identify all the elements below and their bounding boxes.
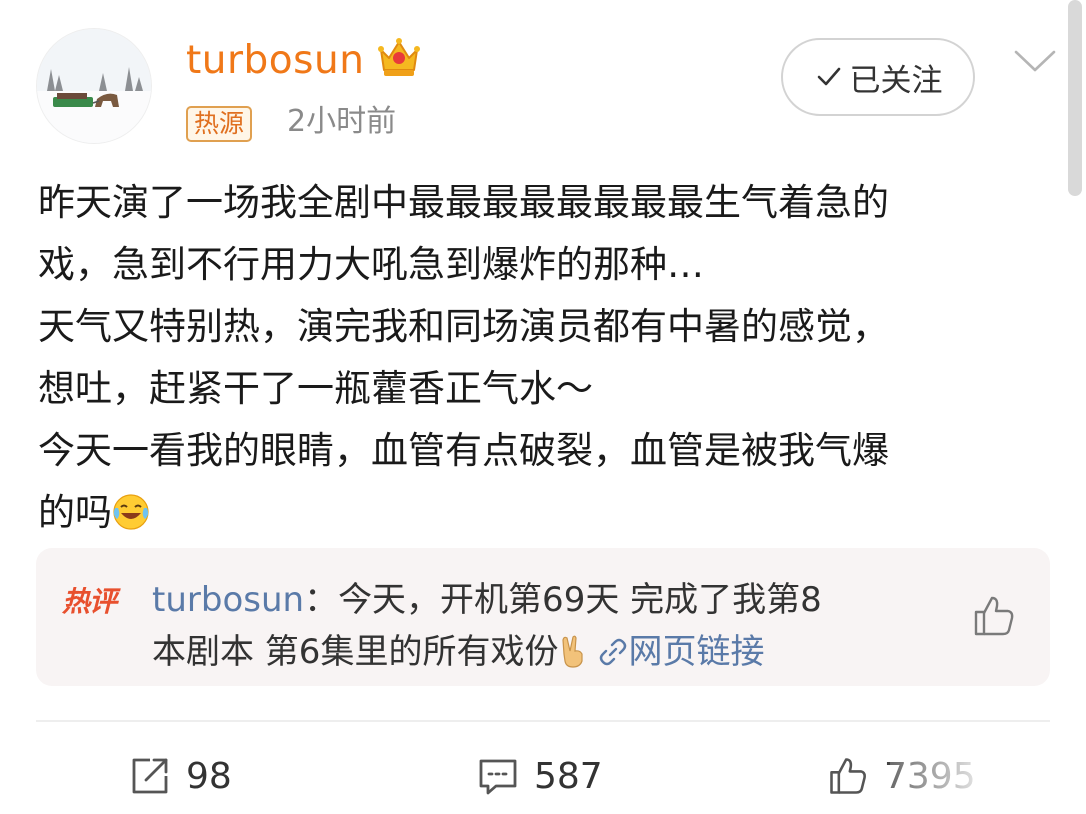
web-link[interactable]: 网页链接 xyxy=(628,632,764,672)
victory-hand-icon xyxy=(562,635,584,668)
content-line: 天气又特别热，演完我和同场演员都有中暑的感觉， xyxy=(38,305,889,348)
hot-comment[interactable]: 热评 turbosun：今天，开机第69天 完成了我第8 本剧本 第6集里的所有… xyxy=(36,548,1050,686)
post-time: 2小时前 xyxy=(287,104,397,139)
thumbs-up-icon xyxy=(830,758,866,794)
divider xyxy=(36,720,1050,722)
hot-comment-label: 热评 xyxy=(62,585,117,618)
repost-icon xyxy=(132,758,168,794)
weibo-post: turbosun 热源 2小时前 已关注 昨天演了一场我全剧中最最最最最最最最生… xyxy=(0,0,1086,814)
content-line: 的吗 xyxy=(38,491,112,534)
hot-comment-line2: 本剧本 第6集里的所有戏份 xyxy=(152,632,559,672)
content-line: 戏，急到不行用力大吼急到爆炸的那种… xyxy=(38,243,704,286)
content-line: 昨天演了一场我全剧中最最最最最最最最生气着急的 xyxy=(38,181,889,224)
follow-button[interactable]: 已关注 xyxy=(781,38,975,116)
hot-comment-author[interactable]: turbosun xyxy=(152,580,304,620)
content-line: 想吐，赶紧干了一瓶藿香正气水～ xyxy=(38,367,593,410)
watermark-overlay xyxy=(890,752,990,802)
repost-button[interactable]: 98 xyxy=(128,748,232,804)
hot-comment-text: turbosun：今天，开机第69天 完成了我第8 本剧本 第6集里的所有戏份 … xyxy=(152,574,942,678)
post-content: 昨天演了一场我全剧中最最最最最最最最生气着急的 戏，急到不行用力大吼急到爆炸的那… xyxy=(38,172,1048,544)
hot-comment-line1: 今天，开机第69天 完成了我第8 xyxy=(338,580,822,620)
username[interactable]: turbosun xyxy=(186,38,364,84)
link-icon xyxy=(600,638,627,666)
laugh-cry-emoji-icon xyxy=(113,494,149,530)
comment-count: 587 xyxy=(534,755,603,797)
comment-icon xyxy=(479,759,517,795)
thumbs-up-icon[interactable] xyxy=(970,592,1018,640)
source-tag: 热源 xyxy=(186,106,253,142)
hot-comment-separator: ： xyxy=(304,580,339,620)
check-icon xyxy=(817,67,840,86)
chevron-down-icon[interactable] xyxy=(1012,46,1058,76)
content-line-last: 的吗 xyxy=(38,482,1048,544)
crown-icon xyxy=(378,38,420,76)
follow-label: 已关注 xyxy=(849,62,943,99)
avatar[interactable] xyxy=(36,28,152,144)
content-line: 今天一看我的眼睛，血管有点破裂，血管是被我气爆 xyxy=(38,429,889,472)
repost-count: 98 xyxy=(186,755,232,797)
comment-button[interactable]: 587 xyxy=(476,748,603,804)
scrollbar[interactable] xyxy=(1068,0,1082,196)
